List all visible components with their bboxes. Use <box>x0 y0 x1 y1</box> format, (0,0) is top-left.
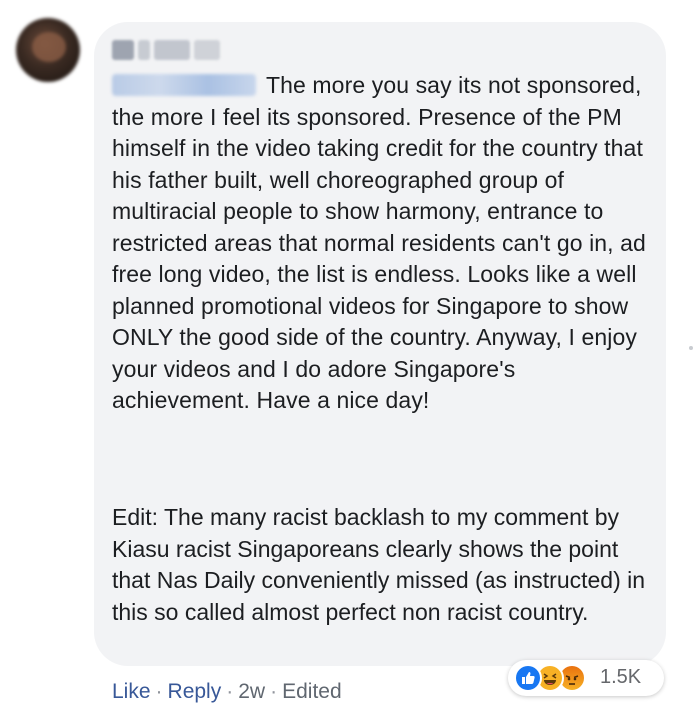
like-icon <box>514 664 542 692</box>
comment-text: The more you say its not sponsored, the … <box>112 70 652 417</box>
reaction-count: 1.5K <box>600 666 642 688</box>
timestamp-link[interactable]: 2w <box>238 680 265 703</box>
blurred-block <box>194 40 220 60</box>
reaction-summary[interactable]: 1.5K <box>508 660 664 696</box>
comment-text-body: sponsored, the more I feel its sponsored… <box>112 72 646 413</box>
separator: · <box>155 680 163 703</box>
scroll-indicator-dot <box>689 346 693 350</box>
reply-link[interactable]: Reply <box>168 680 222 703</box>
separator: · <box>226 680 234 703</box>
comment-text-line1: The more you say its not <box>266 72 521 98</box>
mention-blurred[interactable] <box>112 74 256 96</box>
edited-link[interactable]: Edited <box>282 680 342 703</box>
blurred-block <box>154 40 190 60</box>
avatar[interactable] <box>16 18 80 82</box>
blurred-block <box>138 40 150 60</box>
comment-actions: Like · Reply · 2w · Edited <box>112 680 342 704</box>
separator: · <box>270 680 278 703</box>
author-name-blurred[interactable] <box>112 38 242 62</box>
comment-edit-text: Edit: The many racist backlash to my com… <box>112 504 646 625</box>
like-link[interactable]: Like <box>112 680 151 703</box>
blurred-block <box>112 40 134 60</box>
comment-thread: The more you say its not sponsored, the … <box>0 0 700 722</box>
